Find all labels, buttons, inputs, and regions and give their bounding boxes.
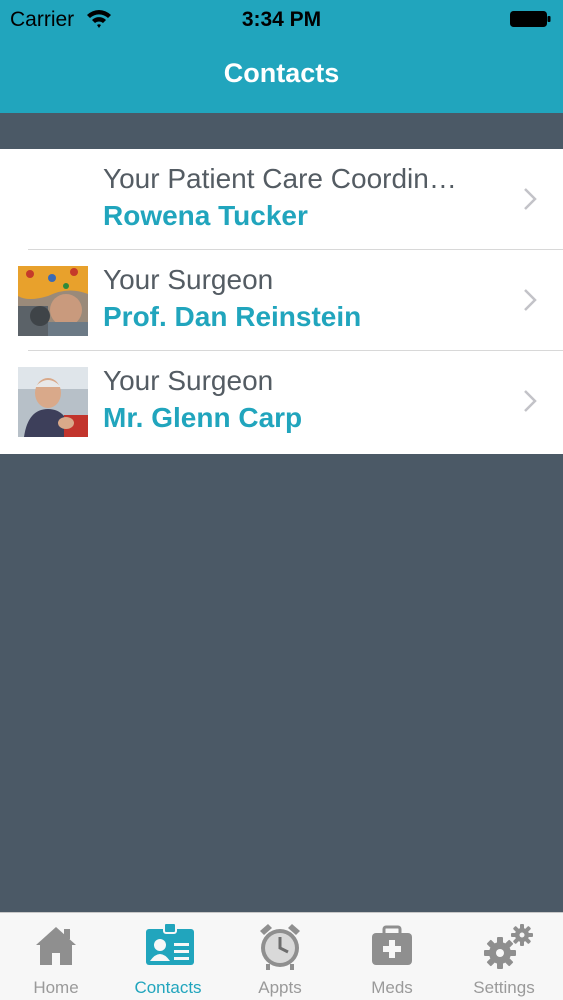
contact-name: Prof. Dan Reinstein [103,301,362,332]
contact-name: Rowena Tucker [103,200,308,231]
tab-home[interactable]: Home [0,913,112,1000]
contact-role: Your Patient Care Coordin… [103,163,457,194]
alarm-clock-icon [260,924,300,970]
medical-kit-icon [372,925,412,965]
status-time: 3:34 PM [241,8,322,31]
tab-label: Settings [473,978,535,997]
contact-role: Your Surgeon [103,264,274,295]
tab-meds[interactable]: Meds [336,913,448,1000]
tab-bar: Home Contacts Appts Meds Settings [0,912,563,1000]
tab-contacts[interactable]: Contacts [112,913,224,1000]
contact-name: Mr. Glenn Carp [103,402,303,433]
tab-label: Meds [371,978,413,997]
tab-label: Contacts [134,978,202,997]
status-bar: Carrier 3:34 PM [0,0,563,40]
contacts-list: Your Patient Care Coordin… Rowena Tucker… [0,149,563,454]
chevron-right-icon [524,289,537,311]
chevron-right-icon [524,390,537,412]
tab-settings[interactable]: Settings [448,913,560,1000]
battery-icon [510,11,551,27]
contact-row-surgeon-carp[interactable]: Your Surgeon Mr. Glenn Carp [0,351,563,454]
chevron-right-icon [524,188,537,210]
avatar [18,266,88,336]
gears-icon [484,924,533,969]
contact-role: Your Surgeon [103,365,274,396]
home-icon [36,927,76,965]
contact-row-coordinator[interactable]: Your Patient Care Coordin… Rowena Tucker [0,149,563,250]
contact-card-icon [146,922,194,965]
navigation-bar: Carrier 3:34 PM Contacts [0,0,563,113]
surgeon-photo [18,266,88,336]
contact-row-surgeon-reinstein[interactable]: Your Surgeon Prof. Dan Reinstein [0,250,563,351]
page-title: Contacts [223,58,340,88]
tab-label: Home [33,978,79,997]
avatar [18,367,88,437]
surgeon-photo [18,367,88,437]
tab-appts[interactable]: Appts [224,913,336,1000]
tab-label: Appts [258,978,302,997]
